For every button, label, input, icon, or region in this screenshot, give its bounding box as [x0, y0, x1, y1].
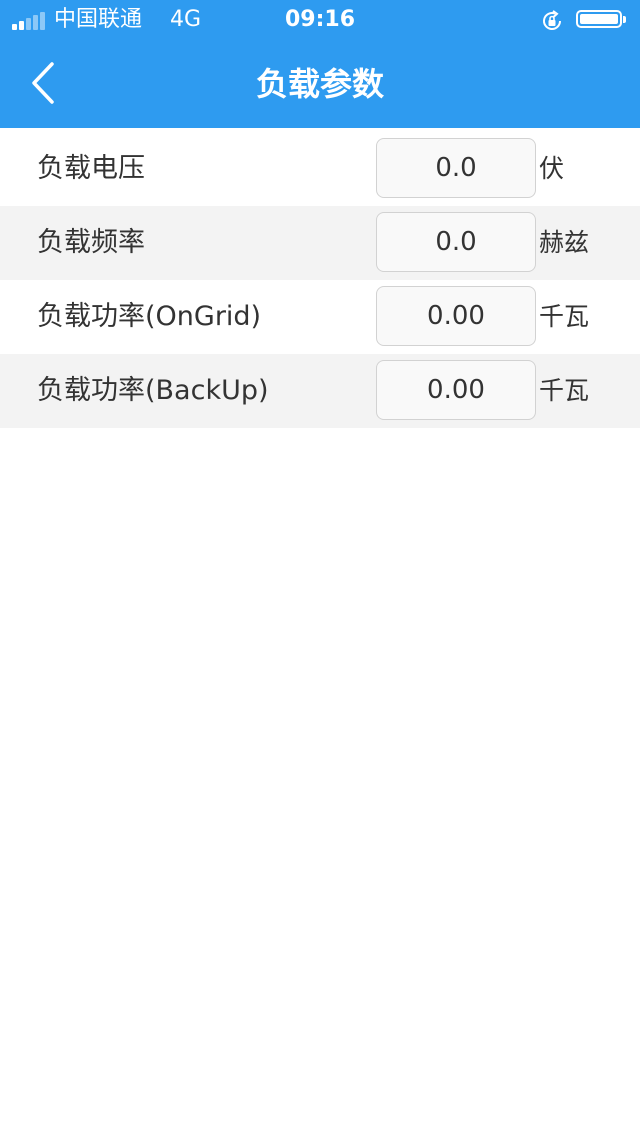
row-load-frequency: 负载频率 赫兹 — [0, 206, 640, 280]
load-frequency-field[interactable] — [376, 212, 536, 272]
row-unit: 千瓦 — [539, 302, 590, 331]
parameter-list: 负载电压 伏 负载频率 赫兹 负载功率(OnGrid) 千瓦 负载功率(Back… — [0, 132, 640, 428]
rotation-lock-icon — [540, 9, 564, 33]
page-title: 负载参数 — [255, 65, 384, 103]
row-unit: 赫兹 — [539, 228, 590, 257]
row-label: 负载功率(OnGrid) — [37, 301, 262, 332]
row-label: 负载电压 — [37, 153, 145, 184]
back-button[interactable] — [20, 60, 68, 108]
load-power-ongrid-field[interactable] — [376, 286, 536, 346]
load-power-backup-field[interactable] — [376, 360, 536, 420]
load-voltage-field[interactable] — [376, 138, 536, 198]
row-load-voltage: 负载电压 伏 — [0, 132, 640, 206]
app-screen: 中国联通 4G 09:16 负载参数 负载电压 0.0 伏 负载频率 0.0 赫… — [0, 0, 640, 1136]
row-unit: 千瓦 — [539, 376, 590, 405]
row-label: 负载功率(BackUp) — [37, 375, 269, 406]
row-load-power-ongrid: 负载功率(OnGrid) 千瓦 — [0, 280, 640, 354]
navigation-bar: 负载参数 — [0, 40, 640, 128]
battery-icon — [576, 10, 630, 30]
chevron-left-icon — [32, 62, 54, 104]
row-load-power-backup: 负载功率(BackUp) 千瓦 — [0, 354, 640, 428]
row-label: 负载频率 — [37, 227, 145, 258]
row-unit: 伏 — [539, 154, 565, 183]
status-bar: 中国联通 4G 09:16 — [0, 0, 640, 40]
